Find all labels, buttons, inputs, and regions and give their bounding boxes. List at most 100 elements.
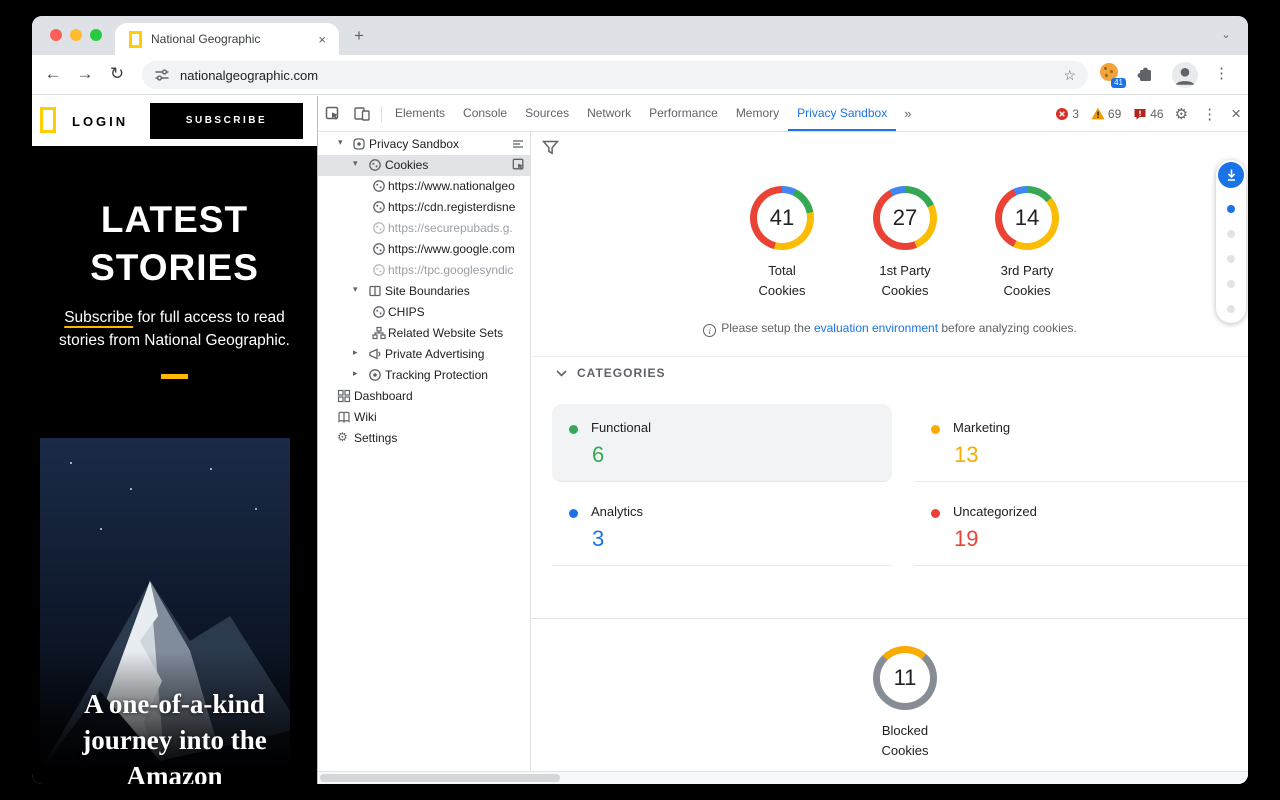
tree-item-site-boundaries[interactable]: ▾ Site Boundaries bbox=[318, 281, 531, 302]
cookie-extension-icon[interactable]: 41 bbox=[1100, 63, 1122, 85]
donut-label: BlockedCookies bbox=[845, 721, 965, 761]
tree-item-origin[interactable]: https://www.nationalgeo bbox=[318, 176, 531, 197]
cookie-icon bbox=[372, 179, 386, 193]
devtools-tab-network[interactable]: Network bbox=[578, 96, 640, 131]
tree-item-chips[interactable]: CHIPS bbox=[318, 302, 531, 323]
privacy-sandbox-icon bbox=[352, 137, 366, 151]
extensions-puzzle-icon[interactable] bbox=[1136, 66, 1154, 84]
devtools-menu-kebab-icon[interactable]: ⋮ bbox=[1195, 105, 1224, 123]
tree-item-wiki[interactable]: Wiki bbox=[318, 407, 531, 428]
more-tabs-icon[interactable]: » bbox=[896, 106, 919, 121]
tree-item-origin[interactable]: https://www.google.com bbox=[318, 239, 531, 260]
pager-dot[interactable] bbox=[1227, 255, 1235, 263]
device-toolbar-icon[interactable] bbox=[347, 106, 377, 121]
browser-tab[interactable]: National Geographic × bbox=[115, 23, 339, 55]
devtools-tab-console[interactable]: Console bbox=[454, 96, 516, 131]
tree-item-origin[interactable]: https://securepubads.g. bbox=[318, 218, 531, 239]
devtools-tab-memory[interactable]: Memory bbox=[727, 96, 788, 131]
horizontal-scrollbar[interactable] bbox=[318, 771, 1248, 784]
total-cookies-donut: 41 TotalCookies bbox=[722, 186, 842, 301]
warning-count[interactable]: 69 bbox=[1091, 107, 1121, 121]
natgeo-page: LOGIN SUBSCRIBE LATEST STORIES Subscribe… bbox=[32, 96, 317, 784]
expand-arrow-icon[interactable]: ▸ bbox=[353, 347, 358, 358]
back-icon[interactable]: ← bbox=[42, 64, 64, 84]
site-boundaries-icon bbox=[368, 284, 382, 298]
pager-dot[interactable] bbox=[1227, 280, 1235, 288]
devtools-settings-gear-icon[interactable]: ⚙ bbox=[1168, 105, 1195, 123]
pager-dot[interactable] bbox=[1227, 305, 1235, 313]
devtools-tab-privacy-sandbox[interactable]: Privacy Sandbox bbox=[788, 96, 896, 131]
tree-item-dashboard[interactable]: Dashboard bbox=[318, 386, 531, 407]
devtools-close-icon[interactable]: × bbox=[1224, 104, 1248, 124]
category-marketing[interactable]: Marketing 13 bbox=[914, 404, 1248, 482]
issues-count[interactable]: 46 bbox=[1133, 107, 1163, 121]
reload-icon[interactable]: ↻ bbox=[106, 64, 128, 84]
gear-icon: ⚙ bbox=[337, 430, 348, 444]
story-title[interactable]: A one-of-a-kind journey into the Amazon bbox=[32, 686, 317, 784]
devtools-tab-sources[interactable]: Sources bbox=[516, 96, 578, 131]
tab-close-icon[interactable]: × bbox=[315, 32, 329, 47]
pager-dot[interactable] bbox=[1227, 230, 1235, 238]
categories-header[interactable]: CATEGORIES bbox=[556, 366, 665, 380]
tree-item-origin[interactable]: https://tpc.googlesyndic bbox=[318, 260, 531, 281]
devtools-tab-elements[interactable]: Elements bbox=[386, 96, 454, 131]
site-settings-icon[interactable] bbox=[154, 67, 170, 83]
expand-arrow-icon[interactable]: ▾ bbox=[353, 158, 358, 169]
tree-item-tracking-protection[interactable]: ▸ Tracking Protection bbox=[318, 365, 531, 386]
login-button[interactable]: LOGIN bbox=[72, 114, 128, 129]
filter-funnel-icon[interactable] bbox=[542, 139, 559, 155]
browser-menu-kebab-icon[interactable]: ⋮ bbox=[1214, 64, 1229, 82]
minimize-window-button[interactable] bbox=[70, 29, 82, 41]
evaluation-environment-link[interactable]: evaluation environment bbox=[814, 321, 938, 335]
donut-ring: 14 bbox=[995, 186, 1059, 250]
tree-item-privacy-sandbox[interactable]: ▾ Privacy Sandbox bbox=[318, 134, 531, 155]
devtools-tab-performance[interactable]: Performance bbox=[640, 96, 727, 131]
tree-item-related-website-sets[interactable]: Related Website Sets bbox=[318, 323, 531, 344]
donut-value: 11 bbox=[894, 665, 917, 691]
section-divider bbox=[532, 618, 1248, 619]
category-dot bbox=[569, 509, 578, 518]
collapse-all-icon[interactable] bbox=[511, 137, 525, 151]
expand-arrow-icon[interactable]: ▾ bbox=[353, 284, 358, 295]
url-text[interactable]: nationalgeographic.com bbox=[180, 68, 1063, 83]
close-window-button[interactable] bbox=[50, 29, 62, 41]
browser-window: National Geographic × + ⌄ ← → ↻ national… bbox=[32, 16, 1248, 784]
address-bar[interactable]: nationalgeographic.com ☆ bbox=[142, 61, 1088, 89]
category-functional[interactable]: Functional 6 bbox=[552, 404, 892, 482]
bookmark-star-icon[interactable]: ☆ bbox=[1063, 67, 1076, 84]
cookie-icon bbox=[372, 200, 386, 214]
subscribe-link[interactable]: Subscribe bbox=[64, 309, 133, 326]
subscribe-button[interactable]: SUBSCRIBE bbox=[150, 103, 303, 139]
tree-item-origin[interactable]: https://cdn.registerdisne bbox=[318, 197, 531, 218]
download-icon bbox=[1225, 168, 1238, 182]
devtools-tabbar: Elements Console Sources Network Perform… bbox=[318, 96, 1248, 132]
profile-avatar[interactable] bbox=[1172, 62, 1198, 88]
donut-label: 3rd PartyCookies bbox=[967, 261, 1087, 301]
setup-info-message: iPlease setup the evaluation environment… bbox=[532, 321, 1248, 337]
privacy-sandbox-tree: ▾ Privacy Sandbox ▾ Cookies https://www.… bbox=[318, 132, 531, 771]
category-analytics[interactable]: Analytics 3 bbox=[552, 488, 892, 566]
cookie-icon bbox=[372, 221, 386, 235]
new-tab-button[interactable]: + bbox=[354, 26, 364, 46]
console-counts: 3 69 46 bbox=[1047, 107, 1167, 121]
inspect-element-icon[interactable] bbox=[318, 106, 347, 121]
natgeo-logo-icon[interactable] bbox=[40, 107, 56, 133]
pager-dot-active[interactable] bbox=[1227, 205, 1235, 213]
donut-label: TotalCookies bbox=[722, 261, 842, 301]
natgeo-header: LOGIN SUBSCRIBE bbox=[32, 96, 317, 146]
error-count[interactable]: 3 bbox=[1055, 107, 1079, 121]
tree-item-settings[interactable]: ⚙ Settings bbox=[318, 428, 531, 449]
expand-arrow-icon[interactable]: ▸ bbox=[353, 368, 358, 379]
sitemap-icon bbox=[372, 326, 386, 340]
tree-item-private-advertising[interactable]: ▸ Private Advertising bbox=[318, 344, 531, 365]
category-uncategorized[interactable]: Uncategorized 19 bbox=[914, 488, 1248, 566]
inspect-cursor-icon[interactable] bbox=[512, 158, 525, 171]
tree-item-cookies[interactable]: ▾ Cookies bbox=[318, 155, 531, 176]
tab-search-chevron-icon[interactable]: ⌄ bbox=[1216, 25, 1236, 45]
expand-arrow-icon[interactable]: ▾ bbox=[338, 137, 343, 148]
maximize-window-button[interactable] bbox=[90, 29, 102, 41]
forward-icon[interactable]: → bbox=[74, 64, 96, 84]
advertising-icon bbox=[368, 347, 382, 361]
scrollbar-thumb[interactable] bbox=[320, 774, 560, 782]
download-report-button[interactable] bbox=[1218, 162, 1244, 188]
